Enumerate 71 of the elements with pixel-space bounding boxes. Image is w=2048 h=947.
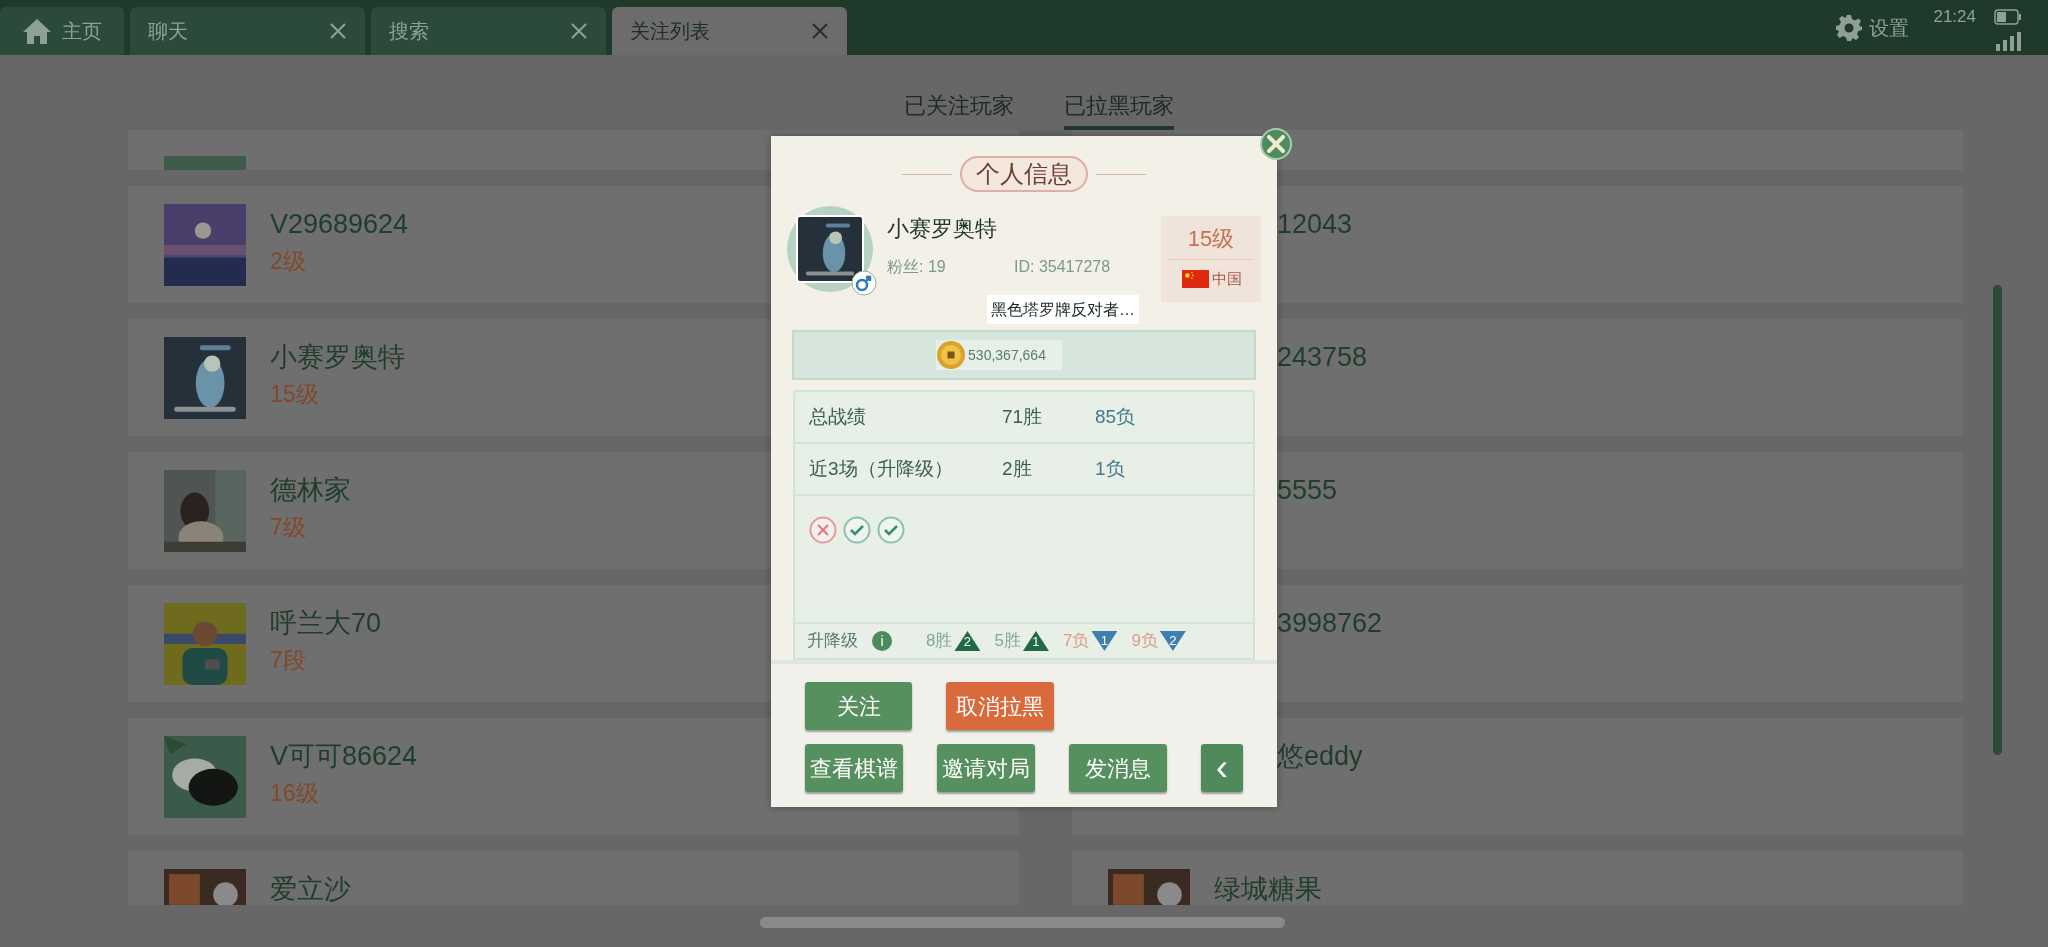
action-button[interactable]: 关注 bbox=[805, 682, 912, 730]
up-triangle-badge: 2 bbox=[954, 631, 981, 651]
close-icon[interactable] bbox=[811, 22, 829, 40]
player-level: 7级 bbox=[270, 513, 307, 542]
close-icon[interactable] bbox=[329, 22, 347, 40]
promotion-label: 升降级 bbox=[807, 630, 858, 653]
battery-icon bbox=[1994, 8, 2022, 25]
player-name: 小赛罗奥特 bbox=[270, 341, 405, 373]
player-card[interactable]: 爱立沙 bbox=[128, 851, 1019, 905]
country: 中国 bbox=[1211, 269, 1242, 289]
cross-circle-icon bbox=[809, 516, 837, 544]
tab-label: 搜索 bbox=[389, 19, 429, 44]
player-name: 12043 bbox=[1277, 208, 1353, 240]
player-name: V29689624 bbox=[270, 208, 409, 240]
settings-label[interactable]: 设置 bbox=[1869, 13, 1910, 43]
fans-count: 粉丝: 19 bbox=[887, 257, 947, 277]
tab[interactable]: 关注列表 bbox=[612, 7, 847, 55]
player-name: 绿城糖果 bbox=[1214, 873, 1322, 905]
clock-time: 21:24 bbox=[1933, 6, 1976, 28]
back-button[interactable]: ‹ bbox=[1200, 744, 1243, 792]
tab[interactable]: 主页 bbox=[0, 7, 124, 55]
info-icon[interactable]: i bbox=[872, 631, 892, 651]
male-icon bbox=[851, 270, 877, 296]
action-button[interactable]: 发消息 bbox=[1068, 744, 1167, 792]
action-button[interactable]: 查看棋谱 bbox=[805, 744, 903, 792]
settings-icon[interactable] bbox=[1835, 14, 1864, 42]
tab-label: 主页 bbox=[62, 19, 102, 44]
losses-count: 85负 bbox=[1095, 404, 1136, 429]
profile-name: 小赛罗奥特 bbox=[887, 215, 998, 243]
close-icon bbox=[1267, 135, 1285, 153]
step-label: 5胜 bbox=[994, 630, 1021, 653]
check-circle-icon bbox=[877, 516, 905, 544]
player-name: V可可86624 bbox=[270, 740, 418, 772]
down-triangle-badge: 2 bbox=[1159, 631, 1186, 651]
dialog-title: 个人信息 bbox=[960, 156, 1088, 192]
home-icon bbox=[22, 18, 52, 44]
player-name: 5555 bbox=[1277, 474, 1338, 506]
player-name: 爱立沙 bbox=[270, 873, 351, 905]
tab-label: 关注列表 bbox=[630, 19, 710, 44]
profile-level: 15级 bbox=[1169, 222, 1253, 260]
losses-count: 1负 bbox=[1095, 456, 1125, 481]
flag-icon bbox=[1180, 270, 1210, 289]
player-name: 呼兰大70 bbox=[270, 607, 382, 639]
close-icon[interactable] bbox=[570, 22, 588, 40]
tab[interactable]: 搜索 bbox=[371, 7, 606, 55]
player-level: 16级 bbox=[270, 779, 320, 808]
sub-tab[interactable]: 已关注玩家 bbox=[904, 89, 1014, 130]
player-level: 2级 bbox=[270, 247, 307, 276]
player-name: 悠eddy bbox=[1277, 740, 1363, 772]
coin-icon bbox=[936, 340, 967, 370]
player-name: 德林家 bbox=[270, 474, 351, 506]
player-level: 15级 bbox=[270, 380, 320, 409]
tab[interactable]: 聊天 bbox=[130, 7, 365, 55]
action-button[interactable]: 取消拉黑 bbox=[946, 682, 1054, 730]
player-name: 3998762 bbox=[1277, 607, 1383, 639]
check-circle-icon bbox=[843, 516, 871, 544]
player-name: 243758 bbox=[1277, 341, 1368, 373]
player-level: 7段 bbox=[270, 646, 307, 675]
stat-label: 近3场（升降级） bbox=[808, 456, 954, 481]
tab-label: 聊天 bbox=[148, 19, 188, 44]
scrollbar[interactable] bbox=[1993, 285, 2002, 755]
down-triangle-badge: 1 bbox=[1091, 631, 1118, 651]
close-button[interactable] bbox=[1260, 128, 1292, 160]
player-card[interactable]: 绿城糖果 bbox=[1072, 851, 1963, 905]
stat-label: 总战绩 bbox=[808, 404, 867, 429]
signal-icon bbox=[1996, 30, 2022, 51]
signature: 黑色塔罗牌反对者… bbox=[987, 295, 1139, 324]
step-label: 9负 bbox=[1131, 630, 1158, 653]
action-button[interactable]: 邀请对局 bbox=[936, 744, 1035, 792]
step-label: 8胜 bbox=[926, 630, 953, 653]
up-triangle-badge: 1 bbox=[1022, 631, 1049, 651]
